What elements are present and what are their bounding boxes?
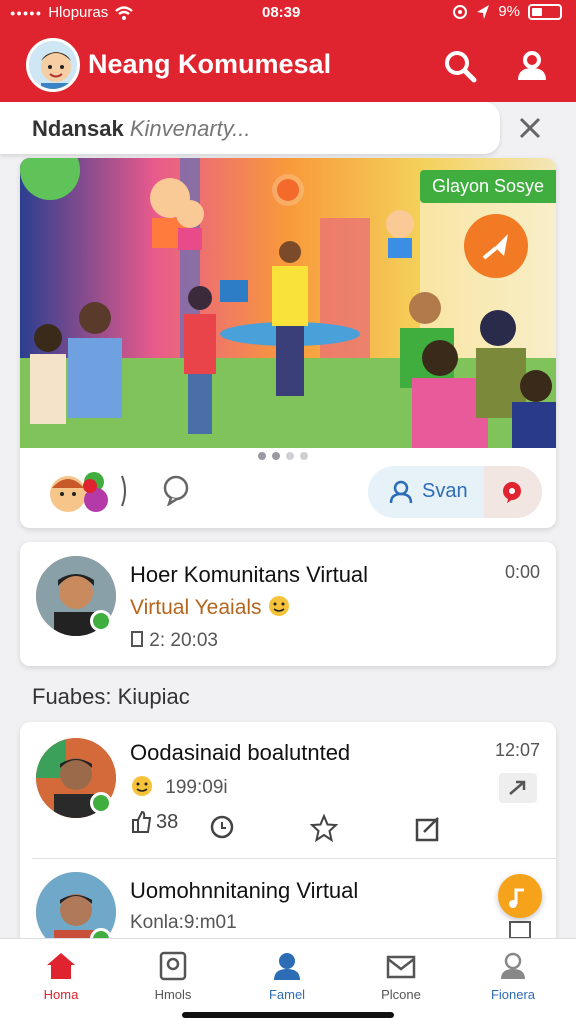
comment-icon[interactable] xyxy=(160,474,192,506)
emoji-icon xyxy=(132,776,152,796)
send-arrow-icon xyxy=(482,234,508,260)
star-icon[interactable] xyxy=(310,814,338,842)
top-bar: ●●●●● Hlopuras 08:39 9% Neang Komumesal xyxy=(0,0,576,102)
clock: 08:39 xyxy=(262,4,301,21)
banner-badge: Glayon Sosye xyxy=(419,170,556,203)
user-icon xyxy=(518,51,546,80)
bookmark-icon[interactable] xyxy=(508,920,532,938)
post-card[interactable]: Hoer Komunitans Virtual Virtual Yeaials … xyxy=(20,542,556,666)
banner-actions: Svan xyxy=(20,458,556,528)
join-chat-button[interactable] xyxy=(484,466,542,518)
nav-label: Homa xyxy=(43,987,79,1002)
search-icon xyxy=(445,51,477,83)
nav-label: Plcone xyxy=(381,987,421,1002)
post-subtitle: Konla:9:m01 xyxy=(130,912,237,933)
post-subtitle: Virtual Yeaials xyxy=(130,594,291,620)
battery-icon xyxy=(528,3,562,20)
post-meta: 199:09i xyxy=(130,774,228,799)
post-meta-text: 199:09i xyxy=(165,777,228,798)
search-input[interactable]: Ndansak Kinvenarty... xyxy=(0,102,500,154)
clock-icon xyxy=(131,631,143,647)
app-title: Neang Komumesal xyxy=(88,49,332,79)
post-meta: 2: 20:03 xyxy=(130,630,218,652)
emoji-icon xyxy=(269,596,290,616)
user-outline-icon xyxy=(501,952,525,979)
nav-account[interactable]: Fionera xyxy=(468,951,558,1002)
user-avatar[interactable] xyxy=(26,38,80,92)
nav-messages[interactable]: Plcone xyxy=(356,951,446,1002)
edit-icon[interactable] xyxy=(414,814,442,842)
post-title: Oodasinaid boalutnted xyxy=(130,740,351,765)
status-bar: ●●●●● Hlopuras 08:39 9% xyxy=(0,0,576,26)
share-icon[interactable] xyxy=(498,772,538,804)
envelope-icon xyxy=(386,955,416,979)
search-label: Ndansak Kinvenarty... xyxy=(32,116,251,142)
like-button[interactable]: 38 xyxy=(130,810,178,834)
chat-bubble-icon xyxy=(503,482,521,503)
lock-rotation-icon xyxy=(453,4,468,19)
nav-groups[interactable]: Hmols xyxy=(128,951,218,1002)
compose-button[interactable] xyxy=(498,874,542,918)
post-subtitle-text: Virtual Yeaials xyxy=(130,596,262,619)
like-count: 38 xyxy=(156,810,179,833)
app-header: Neang Komumesal xyxy=(0,34,576,96)
battery-percent: 9% xyxy=(498,3,520,20)
post-time: 0:00 xyxy=(504,562,540,582)
join-button[interactable]: Svan xyxy=(368,466,542,518)
person-icon xyxy=(274,953,300,980)
post-title: Hoer Komunitans Virtual xyxy=(130,562,369,587)
signal-icon: ●●●●● xyxy=(10,7,43,18)
search-placeholder: Kinvenarty... xyxy=(129,116,251,141)
thumbs-up-icon xyxy=(132,810,152,833)
home-icon xyxy=(47,953,75,979)
online-status-icon xyxy=(90,792,112,814)
nav-label: Famel xyxy=(268,987,306,1002)
user-outline-icon xyxy=(389,480,413,504)
post-meta-text: 2: 20:03 xyxy=(149,630,218,651)
online-status-icon xyxy=(90,610,112,632)
featured-banner-card[interactable]: Glayon Sosye Svan xyxy=(20,158,556,528)
nav-home[interactable]: Homa xyxy=(16,951,106,1002)
divider xyxy=(32,858,556,859)
post-actions: 38 xyxy=(110,810,440,846)
post-time: 12:07 xyxy=(494,740,540,760)
section-heading: Fuabes: Kiupiac xyxy=(32,684,190,709)
nav-profile[interactable]: Famel xyxy=(242,951,332,1002)
location-icon xyxy=(477,4,490,19)
join-label: Svan xyxy=(422,480,468,502)
search-button[interactable] xyxy=(440,46,480,86)
home-indicator[interactable] xyxy=(182,1012,394,1018)
reaction-emojis[interactable] xyxy=(46,466,136,516)
wifi-icon xyxy=(115,5,134,20)
post-title: Uomohnnitaning Virtual xyxy=(130,878,359,903)
nav-label: Fionera xyxy=(490,987,536,1002)
profile-button[interactable] xyxy=(512,46,552,86)
image-icon xyxy=(159,951,187,981)
comment-icon[interactable] xyxy=(208,814,236,842)
search-label-bold: Ndansak xyxy=(32,116,124,141)
music-note-icon xyxy=(509,888,524,908)
carrier-label: Hlopuras xyxy=(48,4,109,21)
play-button[interactable] xyxy=(464,214,528,278)
nav-label: Hmols xyxy=(154,987,192,1002)
close-icon[interactable] xyxy=(516,114,544,142)
